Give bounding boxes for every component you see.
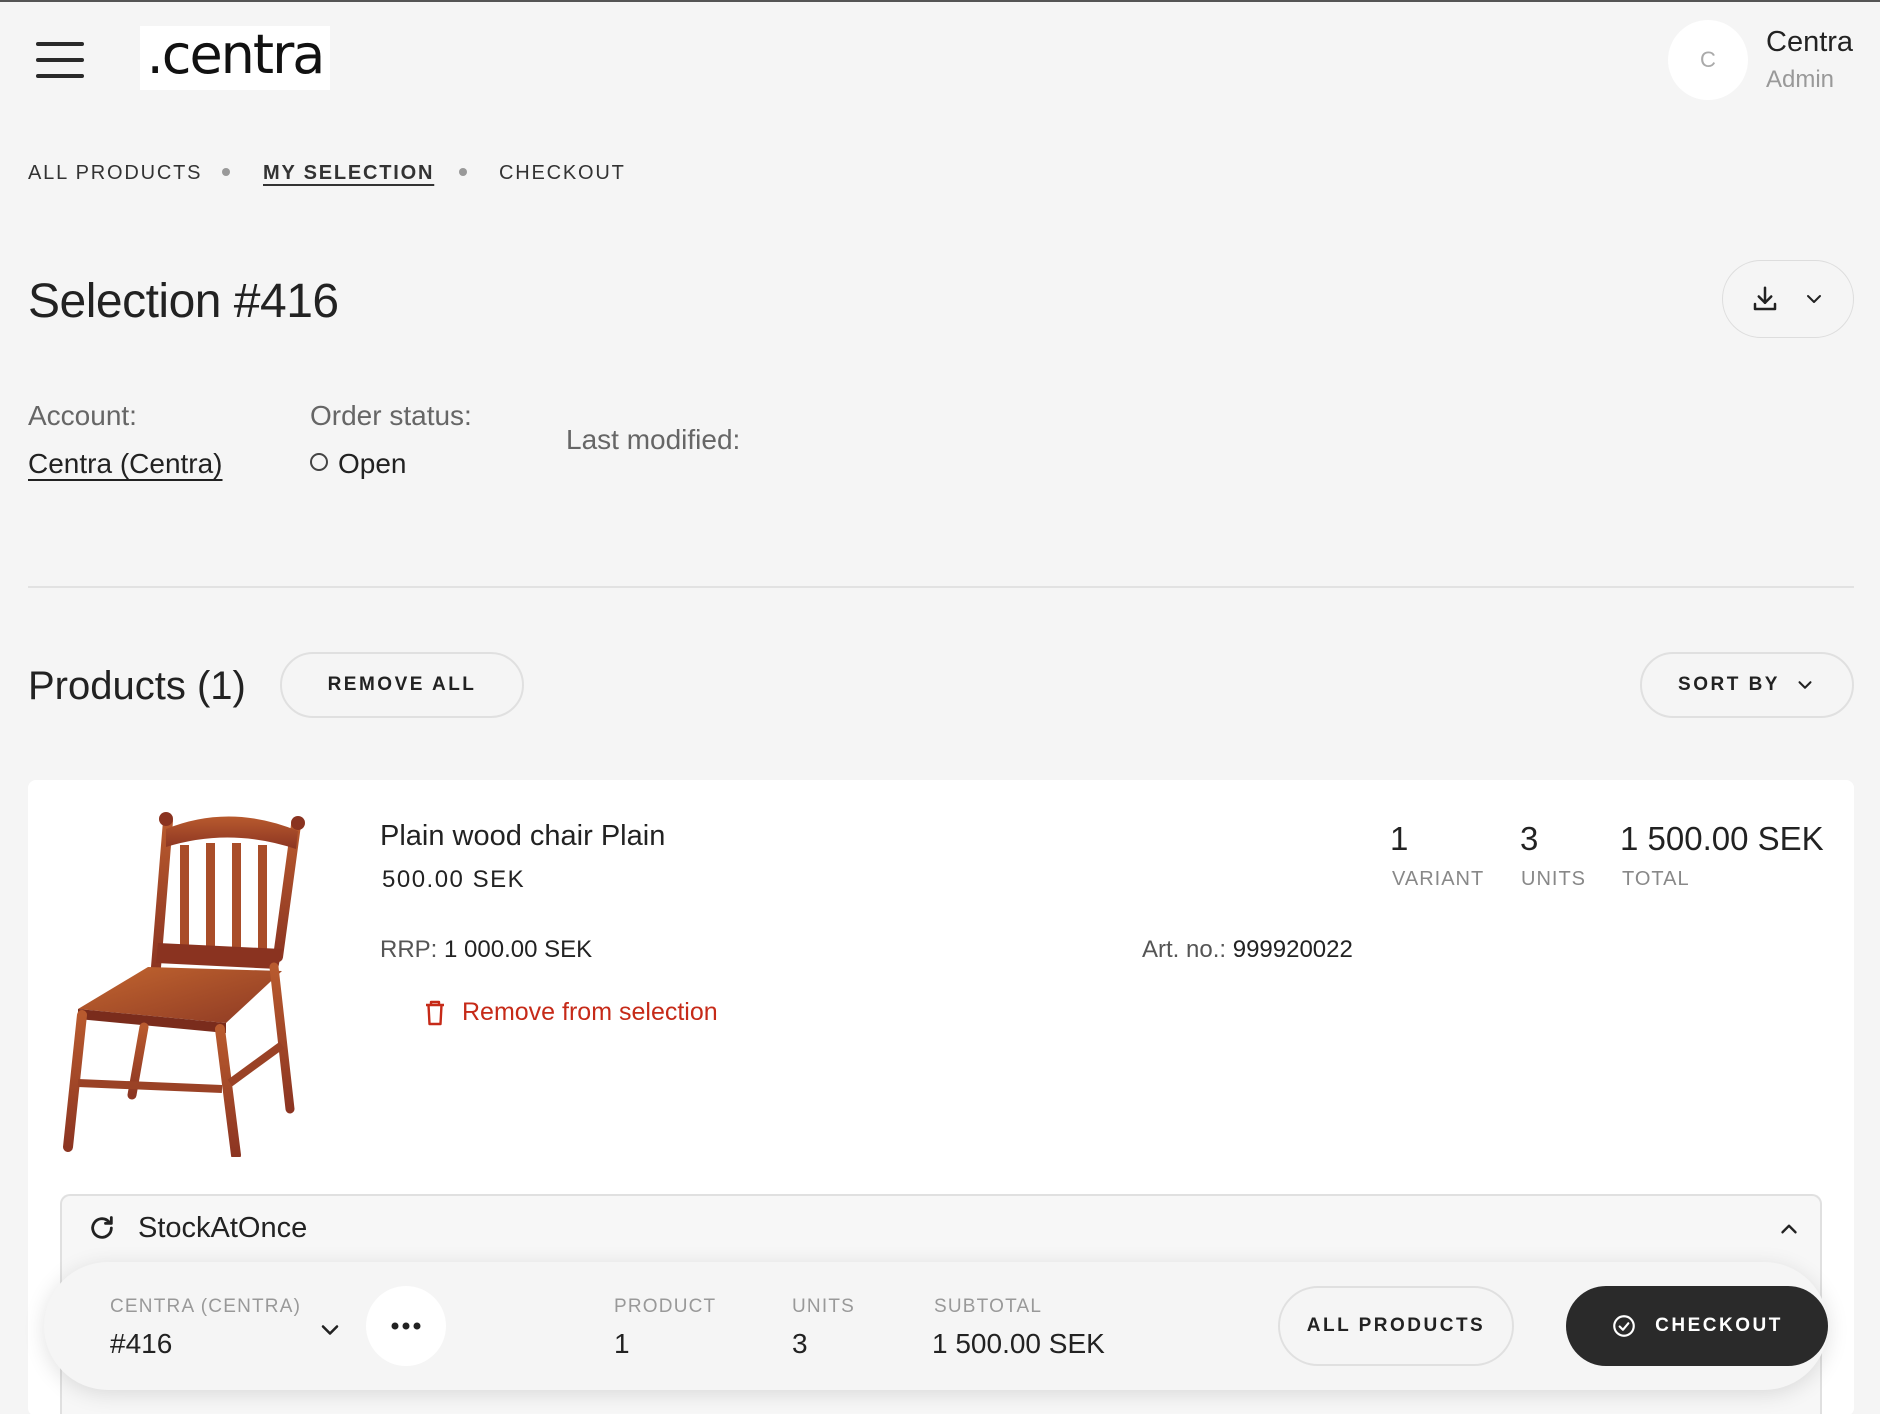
product-name[interactable]: Plain wood chair Plain xyxy=(380,820,665,853)
download-icon xyxy=(1753,286,1777,311)
order-status-value: Open xyxy=(310,448,407,480)
total-value: 1 500.00 SEK xyxy=(1620,820,1824,857)
chevron-down-icon xyxy=(1798,681,1812,689)
sort-by-label: SORT BY xyxy=(1678,674,1780,695)
summary-product-value: 1 xyxy=(614,1328,630,1359)
breadcrumb-my-selection[interactable]: MY SELECTION xyxy=(263,162,434,185)
variant-count: 1 xyxy=(1390,820,1409,857)
units-count: 3 xyxy=(1520,820,1539,857)
variant-label: VARIANT xyxy=(1392,868,1485,890)
user-name: Centra xyxy=(1766,26,1854,58)
order-status-text: Open xyxy=(338,448,407,479)
trash-icon xyxy=(426,1000,444,1025)
remove-from-selection-label: Remove from selection xyxy=(462,998,718,1026)
product-image xyxy=(63,812,305,1157)
all-products-button[interactable]: ALL PRODUCTS xyxy=(1278,1286,1514,1366)
more-icon xyxy=(391,1322,421,1330)
art-no-label: Art. no.: xyxy=(1142,936,1227,963)
rrp-label: RRP: xyxy=(380,936,438,963)
product-art-no: Art. no.: 999920022 xyxy=(1142,936,1353,964)
summary-subtotal-value: 1 500.00 SEK xyxy=(932,1328,1105,1359)
centra-logo[interactable]: .centra xyxy=(140,26,330,90)
checkout-button[interactable]: CHECKOUT xyxy=(1566,1286,1828,1366)
product-price: 500.00 SEK xyxy=(382,866,526,893)
art-no-value: 999920022 xyxy=(1232,936,1353,963)
logo-text: .centra xyxy=(146,23,326,86)
chevron-down-icon[interactable] xyxy=(316,1316,344,1344)
units-label: UNITS xyxy=(1521,868,1586,890)
product-rrp: RRP: 1 000.00 SEK xyxy=(380,936,592,964)
summary-subtotal-label: SUBTOTAL xyxy=(934,1296,1043,1317)
check-circle-icon xyxy=(1613,1315,1635,1337)
total-label: TOTAL xyxy=(1622,868,1690,890)
status-open-icon xyxy=(310,453,328,471)
order-status-label: Order status: xyxy=(310,400,472,431)
menu-icon[interactable] xyxy=(36,42,84,78)
account-label: Account: xyxy=(28,400,137,431)
summary-product-label: PRODUCT xyxy=(614,1296,717,1317)
user-role: Admin xyxy=(1766,66,1835,93)
rrp-value: 1 000.00 SEK xyxy=(444,936,593,963)
breadcrumb-separator xyxy=(222,168,230,176)
account-link[interactable]: Centra (Centra) xyxy=(28,448,223,480)
divider xyxy=(28,586,1854,588)
summary-units-label: UNITS xyxy=(792,1296,855,1317)
chevron-up-icon[interactable] xyxy=(1776,1216,1802,1242)
page-title: Selection #416 xyxy=(28,275,339,328)
selection-summary-bar xyxy=(44,1262,1828,1390)
summary-units-value: 3 xyxy=(792,1328,808,1359)
selection-number: #416 xyxy=(110,1328,173,1359)
chevron-down-icon xyxy=(1807,295,1821,303)
avatar[interactable]: C xyxy=(1668,20,1748,100)
remove-from-selection-link[interactable]: Remove from selection xyxy=(424,998,718,1027)
products-title: Products (1) xyxy=(28,664,246,708)
more-options-button[interactable] xyxy=(366,1286,446,1366)
last-modified-label: Last modified: xyxy=(566,424,741,455)
breadcrumb-checkout[interactable]: CHECKOUT xyxy=(499,162,626,185)
avatar-initial: C xyxy=(1700,47,1716,72)
breadcrumb-all-products[interactable]: ALL PRODUCTS xyxy=(28,162,202,185)
breadcrumb-separator xyxy=(459,168,467,176)
selection-account-label: CENTRA (CENTRA) xyxy=(110,1296,302,1317)
checkout-label: CHECKOUT xyxy=(1655,1315,1783,1336)
sort-by-button[interactable]: SORT BY xyxy=(1640,652,1854,718)
stock-title: StockAtOnce xyxy=(138,1212,308,1244)
remove-all-button[interactable]: REMOVE ALL xyxy=(280,652,524,718)
download-button[interactable] xyxy=(1722,260,1854,338)
refresh-icon[interactable] xyxy=(88,1214,116,1242)
